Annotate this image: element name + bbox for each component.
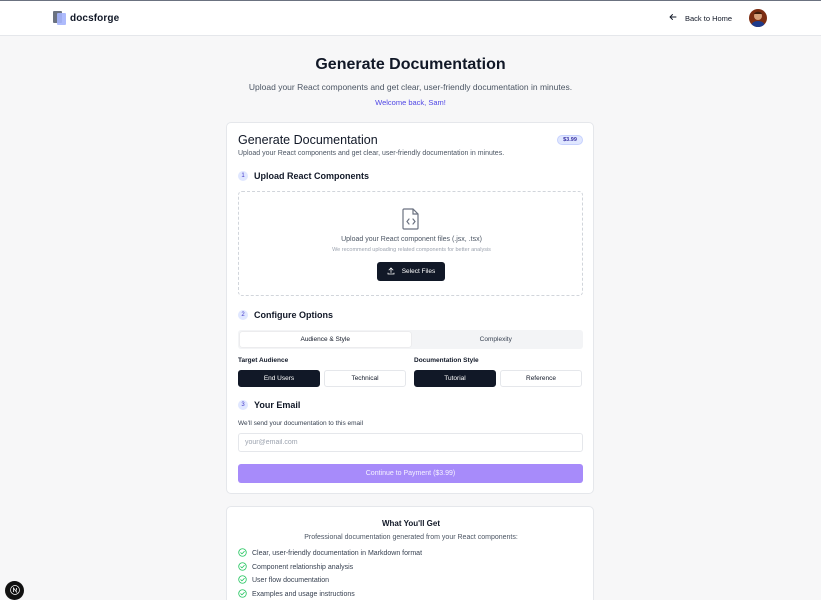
step-1-title: Upload React Components [254, 171, 370, 181]
page-title: Generate Documentation [315, 56, 506, 73]
audience-end-users-button[interactable]: End Users [238, 370, 320, 387]
step-2-header: 2 Configure Options [238, 310, 333, 320]
list-item: User flow documentation [238, 574, 422, 588]
what-you-get-subtitle: Professional documentation generated fro… [304, 534, 518, 541]
avatar[interactable] [749, 9, 767, 27]
card-subtitle: Upload your React components and get cle… [238, 150, 505, 157]
dropzone-title: Upload your React component files (.jsx,… [341, 236, 482, 243]
options-tabs: Audience & Style Complexity [238, 330, 583, 349]
benefit-text: Component relationship analysis [252, 563, 354, 571]
check-circle-icon [238, 548, 247, 559]
file-code-icon [401, 208, 421, 230]
check-circle-icon [238, 589, 247, 600]
continue-to-payment-button[interactable]: Continue to Payment ($3.99) [238, 464, 583, 483]
email-hint: We'll send your documentation to this em… [238, 420, 364, 427]
benefits-list: Clear, user-friendly documentation in Ma… [238, 547, 422, 600]
what-you-get-title: What You'll Get [381, 519, 441, 528]
what-you-get-card: What You'll Get Professional documentati… [226, 506, 594, 600]
welcome-message: Welcome back, Sam! [375, 98, 446, 107]
tab-complexity[interactable]: Complexity [411, 332, 582, 347]
style-reference-button[interactable]: Reference [500, 370, 582, 387]
top-header: docsforge Back to Home [0, 0, 821, 36]
arrow-left-icon [669, 13, 677, 23]
check-circle-icon [238, 575, 247, 586]
back-to-home-link[interactable]: Back to Home [669, 13, 732, 23]
price-badge: $3.99 [557, 135, 583, 145]
generate-card: Generate Documentation Upload your React… [226, 122, 594, 494]
email-field[interactable] [238, 433, 583, 452]
step-2-title: Configure Options [254, 310, 333, 320]
style-tutorial-button[interactable]: Tutorial [414, 370, 496, 387]
step-2-number: 2 [238, 310, 248, 320]
benefit-text: Examples and usage instructions [252, 590, 355, 598]
card-title: Generate Documentation [238, 133, 378, 147]
select-files-label: Select Files [401, 268, 436, 275]
back-to-home-label: Back to Home [685, 13, 733, 23]
list-item: Component relationship analysis [238, 561, 422, 575]
step-3-number: 3 [238, 400, 248, 410]
brand-logo[interactable]: docsforge [53, 11, 119, 25]
page-subtitle: Upload your React components and get cle… [248, 82, 573, 92]
style-options: Tutorial Reference [414, 370, 582, 387]
brand-name: docsforge [70, 12, 120, 24]
benefit-text: Clear, user-friendly documentation in Ma… [252, 550, 423, 558]
docs-logo-icon [53, 11, 66, 25]
upload-icon [387, 266, 395, 277]
file-dropzone[interactable]: Upload your React component files (.jsx,… [238, 191, 583, 296]
audience-options: End Users Technical [238, 370, 406, 387]
documentation-style-label: Documentation Style [414, 357, 479, 364]
tab-audience-style[interactable]: Audience & Style [240, 332, 411, 347]
nextjs-badge[interactable] [5, 581, 24, 600]
nextjs-n-icon [9, 582, 20, 600]
select-files-button[interactable]: Select Files [377, 262, 445, 281]
step-3-title: Your Email [254, 400, 301, 410]
step-3-header: 3 Your Email [238, 400, 300, 410]
dropzone-hint: We recommend uploading related component… [332, 247, 491, 253]
step-1-header: 1 Upload React Components [238, 171, 369, 181]
target-audience-label: Target Audience [238, 357, 289, 364]
audience-technical-button[interactable]: Technical [324, 370, 406, 387]
step-1-number: 1 [238, 171, 248, 181]
benefit-text: User flow documentation [252, 577, 330, 585]
list-item: Examples and usage instructions [238, 588, 422, 600]
list-item: Clear, user-friendly documentation in Ma… [238, 547, 422, 561]
check-circle-icon [238, 562, 247, 573]
